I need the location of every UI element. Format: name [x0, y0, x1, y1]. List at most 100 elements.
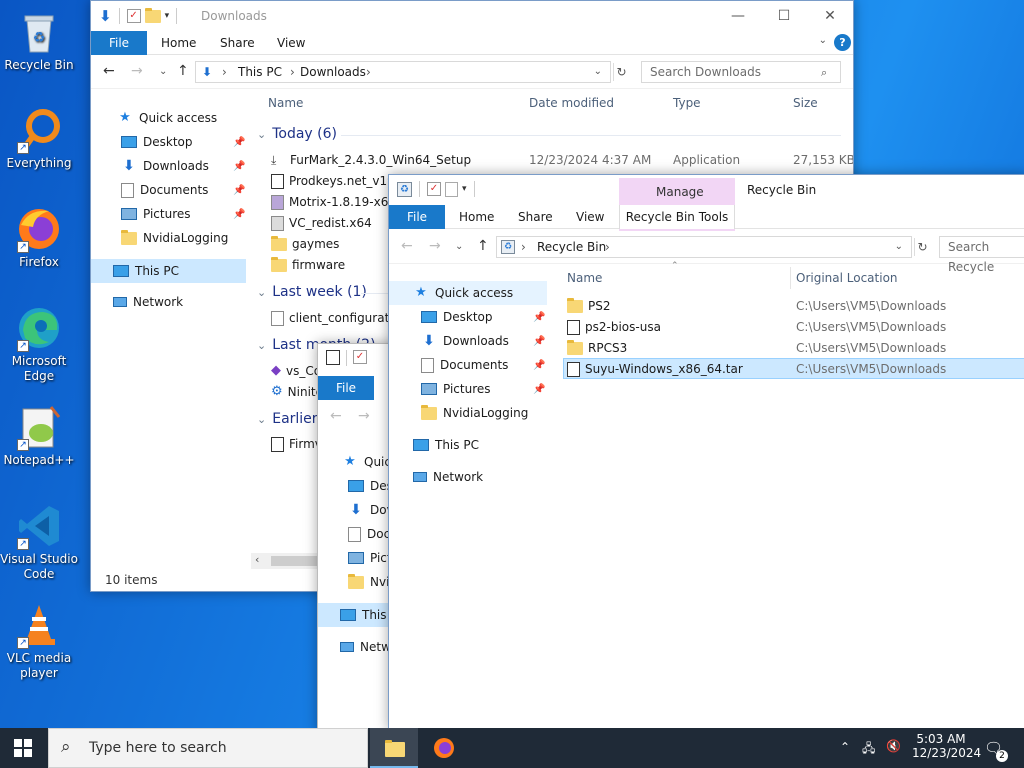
- file-row[interactable]: ⚙ Ninite: [271, 382, 323, 402]
- tab-share[interactable]: Share: [208, 31, 267, 55]
- column-header-size[interactable]: Size: [793, 96, 818, 110]
- tab-recycle-bin-tools[interactable]: Recycle Bin Tools: [619, 205, 735, 229]
- desktop-icon-vscode[interactable]: ↗ Visual Studio Code: [0, 502, 78, 582]
- refresh-icon[interactable]: ↻: [613, 63, 629, 81]
- breadcrumb-recycle-bin[interactable]: Recycle Bin: [537, 237, 606, 257]
- new-folder-icon[interactable]: [144, 7, 161, 23]
- start-button[interactable]: [14, 739, 32, 760]
- nav-nvidialogging[interactable]: Nvi: [348, 571, 389, 593]
- file-row[interactable]: RPCS3: [567, 338, 627, 358]
- file-row[interactable]: client_configuratio: [271, 308, 400, 328]
- desktop-icon-everything[interactable]: ↗ Everything: [0, 106, 78, 171]
- tab-share[interactable]: Share: [506, 205, 565, 229]
- nav-pictures[interactable]: Pictures: [421, 378, 491, 400]
- file-row[interactable]: Motrix-1.8.19-x64: [271, 192, 396, 212]
- column-header-name[interactable]: Name: [268, 96, 303, 110]
- recent-locations-icon[interactable]: ⌄: [455, 241, 463, 252]
- pin-icon[interactable]: 📌: [533, 312, 545, 323]
- desktop-icon-recycle-bin[interactable]: ♻ Recycle Bin: [0, 8, 78, 73]
- nav-desktop[interactable]: Desktop: [421, 306, 493, 328]
- nav-nvidialogging[interactable]: NvidiaLogging: [121, 227, 228, 249]
- forward-button[interactable]: →: [429, 238, 441, 254]
- nav-downloads[interactable]: ⬇ Downloads: [421, 330, 509, 352]
- qat-dropdown-icon[interactable]: ▾: [462, 184, 467, 194]
- properties-icon[interactable]: ✓: [427, 182, 441, 196]
- group-header-earlier[interactable]: ⌄ Earlier: [257, 411, 318, 427]
- desktop-icon-edge[interactable]: ↗ Microsoft Edge: [0, 304, 78, 384]
- nav-desktop[interactable]: Desktop: [121, 131, 193, 153]
- forward-button[interactable]: →: [131, 63, 143, 79]
- nav-this-pc[interactable]: This PC: [113, 260, 179, 282]
- nav-network[interactable]: Netw: [340, 636, 391, 658]
- search-input[interactable]: Search Recycle: [939, 236, 1024, 274]
- scroll-left-icon[interactable]: ‹: [255, 553, 259, 566]
- refresh-icon[interactable]: ↻: [914, 238, 930, 256]
- address-bar[interactable]: ♻ › Recycle Bin › ⌄: [496, 236, 912, 258]
- nav-downloads[interactable]: ⬇ Dov: [348, 499, 394, 521]
- nav-pictures[interactable]: Pict: [348, 547, 392, 569]
- clock[interactable]: 5:03 AM 12/23/2024: [912, 732, 981, 760]
- file-row[interactable]: ps2-bios-usa: [567, 317, 661, 337]
- nav-quick-access[interactable]: ★ Quick access: [413, 282, 513, 304]
- nav-desktop[interactable]: Des: [348, 475, 393, 497]
- volume-muted-icon[interactable]: 🔇: [886, 739, 901, 753]
- desktop-icon-firefox[interactable]: ↗ Firefox: [0, 205, 78, 270]
- tab-file[interactable]: File: [91, 31, 147, 55]
- nav-this-pc[interactable]: This PC: [413, 434, 479, 456]
- pin-icon[interactable]: 📌: [233, 161, 245, 172]
- file-row[interactable]: ⤓ FurMark_2.4.3.0_Win64_Setup: [271, 150, 471, 170]
- file-row[interactable]: gaymes: [271, 234, 339, 254]
- tab-view[interactable]: View: [564, 205, 616, 229]
- file-row-selected[interactable]: Suyu-Windows_x86_64.tar: [567, 359, 743, 379]
- file-row[interactable]: ◆ vs_Co: [271, 361, 321, 381]
- column-header-date[interactable]: Date modified: [529, 96, 614, 110]
- nav-network[interactable]: Network: [413, 466, 483, 488]
- tab-file[interactable]: File: [318, 376, 374, 400]
- desktop-icon-notepadpp[interactable]: ↗ Notepad++: [0, 403, 78, 468]
- recent-locations-icon[interactable]: ⌄: [159, 66, 167, 77]
- nav-documents[interactable]: Doc: [348, 523, 390, 545]
- search-input[interactable]: Search Downloads: [641, 61, 841, 83]
- qat-dropdown-icon[interactable]: ▾: [165, 11, 170, 21]
- breadcrumb-this-pc[interactable]: This PC: [238, 62, 282, 82]
- group-header-today[interactable]: ⌄ Today (6): [257, 126, 337, 142]
- manage-tab[interactable]: Manage: [656, 185, 704, 199]
- minimize-button[interactable]: —: [715, 1, 761, 31]
- help-icon[interactable]: ?: [834, 34, 851, 51]
- file-row[interactable]: firmware: [271, 255, 345, 275]
- tab-home[interactable]: Home: [447, 205, 506, 229]
- recycle-bin-window[interactable]: ♻ ✓ ▾ Manage Recycle Bin File Home Share…: [388, 174, 1024, 730]
- breadcrumb-downloads[interactable]: Downloads: [300, 62, 366, 82]
- pin-icon[interactable]: 📌: [233, 137, 245, 148]
- taskbar-file-explorer[interactable]: [370, 728, 418, 768]
- tab-file[interactable]: File: [389, 205, 445, 229]
- show-hidden-icons-chevron-icon[interactable]: ⌃: [840, 740, 850, 754]
- nav-quick-access[interactable]: ★ Quick access: [117, 107, 217, 129]
- close-button[interactable]: ✕: [807, 1, 853, 31]
- nav-documents[interactable]: Documents: [121, 179, 208, 201]
- nav-pictures[interactable]: Pictures: [121, 203, 191, 225]
- file-row[interactable]: Firmv: [271, 434, 322, 454]
- back-button[interactable]: ←: [330, 408, 342, 424]
- file-row[interactable]: VC_redist.x64: [271, 213, 372, 233]
- back-button[interactable]: ←: [401, 238, 413, 254]
- network-status-icon[interactable]: 🖧: [862, 739, 875, 760]
- maximize-button[interactable]: ☐: [761, 1, 807, 31]
- tab-home[interactable]: Home: [149, 31, 208, 55]
- taskbar-firefox[interactable]: [420, 728, 468, 768]
- nav-downloads[interactable]: ⬇ Downloads: [121, 155, 209, 177]
- nav-this-pc[interactable]: This I: [340, 604, 394, 626]
- forward-button[interactable]: →: [358, 408, 370, 424]
- pin-icon[interactable]: 📌: [533, 336, 545, 347]
- taskbar-search-box[interactable]: ⌕ Type here to search: [48, 728, 368, 768]
- desktop-icon-vlc[interactable]: ↗ VLC media player: [0, 601, 78, 681]
- tab-view[interactable]: View: [265, 31, 317, 55]
- pin-icon[interactable]: 📌: [533, 360, 545, 371]
- pin-icon[interactable]: 📌: [233, 185, 245, 196]
- pin-icon[interactable]: 📌: [233, 209, 245, 220]
- blank-doc-icon[interactable]: [445, 181, 458, 197]
- up-button[interactable]: ↑: [177, 63, 189, 79]
- nav-nvidialogging[interactable]: NvidiaLogging: [421, 402, 528, 424]
- column-header-original-location[interactable]: Original Location: [796, 271, 898, 285]
- nav-documents[interactable]: Documents: [421, 354, 508, 376]
